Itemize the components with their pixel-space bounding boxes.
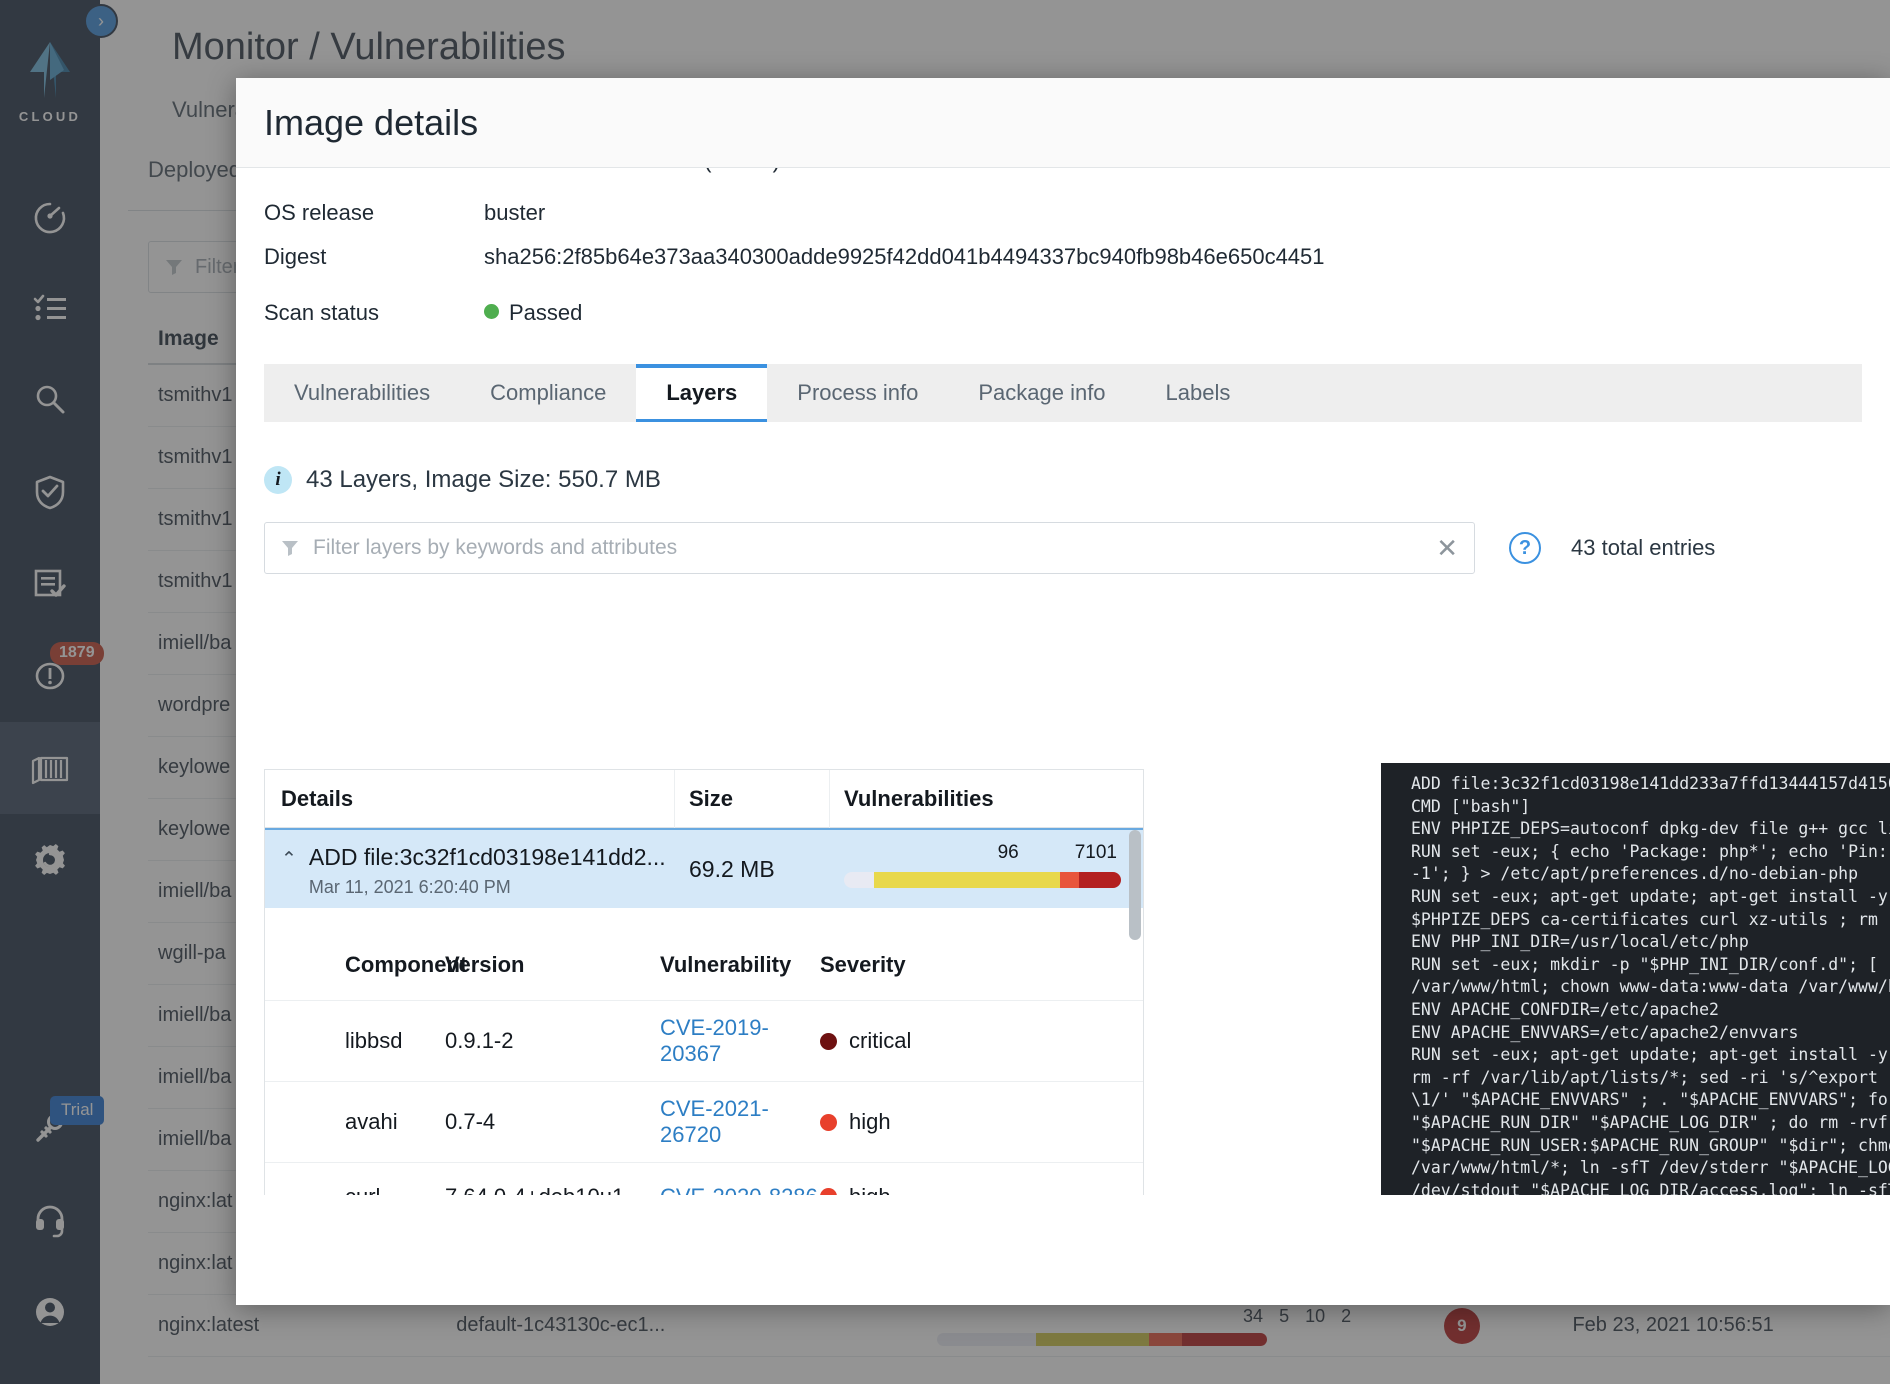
severity-dot-icon <box>820 1033 837 1050</box>
layers-info-line: i 43 Layers, Image Size: 550.7 MB <box>264 466 1890 494</box>
cell-component: avahi <box>345 1109 445 1135</box>
layers-col-vulnerabilities: Vulnerabilities <box>830 770 1143 828</box>
layer-vuln-row[interactable]: libbsd0.9.1-2CVE-2019-​20367 critical <box>265 1000 1143 1081</box>
clear-icon[interactable]: ✕ <box>1436 533 1458 564</box>
layer-row[interactable]: ⌃ ADD file:3c32f1cd03198e141dd2... Mar 1… <box>265 828 1143 908</box>
detail-row-scan-status: Scan status Passed <box>264 300 1862 326</box>
detail-label: OS release <box>264 200 484 226</box>
modal-title: Image details <box>264 102 478 144</box>
detail-value: Debian GNU/Linux 10 (buster) <box>484 168 780 174</box>
layer-vuln-table-header: Component Version Vulnerability Severity <box>265 938 1143 1000</box>
modal-header: Image details <box>236 78 1890 168</box>
tab-vulnerabilities[interactable]: Vulnerabilities <box>264 364 460 422</box>
tab-label: Labels <box>1166 380 1231 406</box>
inner-col-vulnerability: Vulnerability <box>660 952 820 978</box>
layer-filter-placeholder: Filter layers by keywords and attributes <box>313 536 677 560</box>
modal-footer <box>236 1195 1890 1305</box>
modal-body: OS distribution Debian GNU/Linux 10 (bus… <box>236 168 1890 1305</box>
tab-layers[interactable]: Layers <box>636 364 767 422</box>
vuln-bar-segment <box>874 872 1060 888</box>
tab-label: Vulnerabilities <box>294 380 430 406</box>
tab-labels[interactable]: Labels <box>1136 364 1261 422</box>
layer-vuln-count-left: 96 <box>998 842 1019 864</box>
help-icon[interactable]: ? <box>1509 532 1541 564</box>
detail-row-os-distribution: OS distribution Debian GNU/Linux 10 (bus… <box>264 168 1862 182</box>
layer-vuln-count-right: 7101 <box>1075 842 1117 864</box>
detail-row-os-release: OS release buster <box>264 200 1862 226</box>
tab-label: Process info <box>797 380 918 406</box>
modal-tabs: Vulnerabilities Compliance Layers Proces… <box>264 364 1862 422</box>
cve-link[interactable]: CVE-2021-​26720 <box>660 1096 820 1148</box>
detail-label: Digest <box>264 244 484 270</box>
cell-severity: critical <box>820 1028 911 1054</box>
severity-label: high <box>849 1109 891 1135</box>
layer-size-cell: 69.2 MB <box>675 830 830 908</box>
vuln-bar-segment <box>1079 872 1121 888</box>
tab-label: Layers <box>666 380 737 406</box>
layer-timestamp: Mar 11, 2021 6:20:40 PM <box>309 877 666 898</box>
layers-info-text: 43 Layers, Image Size: 550.7 MB <box>306 466 661 494</box>
detail-value: sha256:2f85b64e373aa340300adde9925f42dd0… <box>484 244 1325 270</box>
inner-col-severity: Severity <box>820 952 906 978</box>
layer-details-cell: ⌃ ADD file:3c32f1cd03198e141dd2... Mar 1… <box>265 830 675 908</box>
image-details-list: OS distribution Debian GNU/Linux 10 (bus… <box>236 168 1890 326</box>
severity-dot-icon <box>820 1114 837 1131</box>
status-dot-icon <box>484 304 499 319</box>
detail-label: OS distribution <box>264 168 484 174</box>
detail-value: buster <box>484 200 545 226</box>
layer-filter-input[interactable]: Filter layers by keywords and attributes… <box>264 522 1475 574</box>
status-badge: Passed <box>509 300 582 325</box>
severity-label: critical <box>849 1028 911 1054</box>
filter-icon <box>281 539 299 557</box>
inner-col-component: Component <box>345 952 445 978</box>
layer-vuln-bar <box>844 872 1121 888</box>
cell-version: 0.9.1-2 <box>445 1028 660 1054</box>
cve-link[interactable]: CVE-2019-​20367 <box>660 1015 820 1067</box>
layer-vuln-row[interactable]: avahi0.7-4CVE-2021-​26720 high <box>265 1081 1143 1162</box>
layer-vuln-cell: 96 7101 <box>830 830 1143 908</box>
total-entries-label: 43 total entries <box>1571 535 1715 561</box>
layer-title: ADD file:3c32f1cd03198e141dd2... <box>309 844 666 871</box>
detail-label: Scan status <box>264 300 484 326</box>
layers-table-header: Details Size Vulnerabilities <box>265 770 1143 828</box>
cell-version: 0.7-4 <box>445 1109 660 1135</box>
tabs-filler <box>1260 364 1862 422</box>
cell-component: libbsd <box>345 1028 445 1054</box>
tab-label: Package info <box>978 380 1105 406</box>
layers-col-size: Size <box>675 770 830 828</box>
image-details-modal: Image details OS distribution Debian GNU… <box>236 78 1890 1305</box>
cell-severity: high <box>820 1109 891 1135</box>
info-icon: i <box>264 466 292 494</box>
detail-row-digest: Digest sha256:2f85b64e373aa340300adde992… <box>264 244 1862 270</box>
tab-package-info[interactable]: Package info <box>948 364 1135 422</box>
chevron-up-icon[interactable]: ⌃ <box>281 848 297 898</box>
inner-col-version: Version <box>445 952 660 978</box>
tab-process-info[interactable]: Process info <box>767 364 948 422</box>
tab-label: Compliance <box>490 380 606 406</box>
layers-col-details: Details <box>265 770 675 828</box>
detail-value-wrap: Passed <box>484 300 582 326</box>
vuln-bar-segment <box>844 872 874 888</box>
layer-filter-row: Filter layers by keywords and attributes… <box>264 522 1890 574</box>
tab-compliance[interactable]: Compliance <box>460 364 636 422</box>
vuln-bar-segment <box>1060 872 1079 888</box>
